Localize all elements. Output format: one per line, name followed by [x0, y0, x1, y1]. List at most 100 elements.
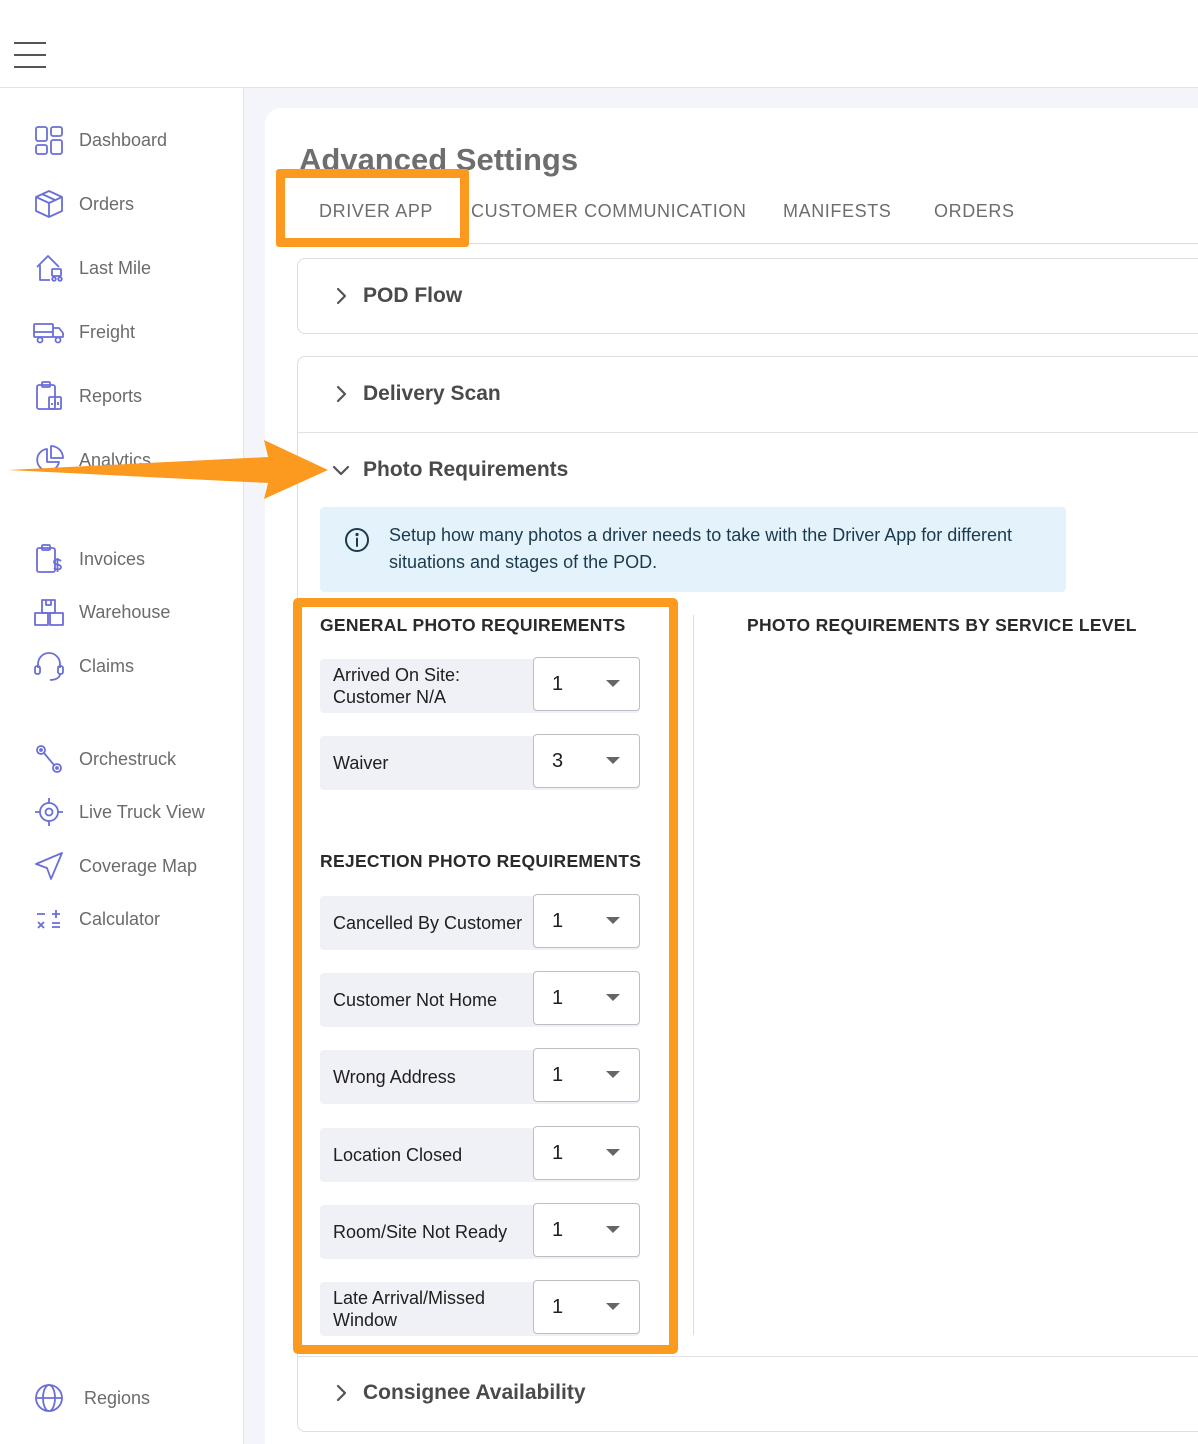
photo-count-select[interactable]: 1: [533, 1126, 640, 1180]
sidebar-item-analytics[interactable]: Analytics: [32, 440, 232, 480]
requirement-label: Late Arrival/Missed Window: [333, 1288, 486, 1330]
sidebar-item-regions[interactable]: Regions: [32, 1378, 232, 1418]
photo-count-select[interactable]: 3: [533, 734, 640, 788]
accordion-header-delivery-scan[interactable]: Delivery Scan: [298, 357, 1198, 431]
caret-down-icon: [606, 1303, 620, 1310]
photo-count-select[interactable]: 1: [533, 1048, 640, 1102]
select-value: 1: [552, 1064, 564, 1086]
crosshair-icon: [32, 795, 66, 829]
tab-orders[interactable]: ORDERS: [934, 190, 1015, 232]
calculator-icon: [32, 902, 66, 936]
tab-manifests[interactable]: MANIFESTS: [783, 190, 891, 232]
photo-count-select[interactable]: 1: [533, 1280, 640, 1334]
sidebar-item-label: Orders: [79, 193, 135, 214]
photo-count-select[interactable]: 1: [533, 894, 640, 948]
requirement-row: Location Closed 1: [320, 1126, 640, 1182]
accordion-header-pod-flow[interactable]: POD Flow: [298, 259, 1198, 333]
accordion-title: POD Flow: [363, 284, 463, 307]
requirement-row: Late Arrival/Missed Window 1: [320, 1280, 640, 1336]
chevron-right-icon: [330, 1382, 352, 1404]
service-level-requirements-heading: PHOTO REQUIREMENTS BY SERVICE LEVEL: [747, 615, 1137, 635]
accordion-title: Photo Requirements: [363, 458, 569, 481]
info-text: Setup how many photos a driver needs to …: [389, 525, 1013, 572]
sidebar-item-claims[interactable]: Claims: [32, 646, 232, 686]
sidebar-item-label: Claims: [79, 655, 135, 676]
sidebar-item-live-truck-view[interactable]: Live Truck View: [32, 792, 232, 832]
dashboard-icon: [32, 123, 66, 157]
requirement-row: Room/Site Not Ready 1: [320, 1203, 640, 1259]
warehouse-icon: [32, 595, 66, 629]
photo-count-select[interactable]: 1: [533, 657, 640, 711]
sidebar-item-dashboard[interactable]: Dashboard: [32, 120, 232, 160]
photo-count-select[interactable]: 1: [533, 971, 640, 1025]
sidebar-item-warehouse[interactable]: Warehouse: [32, 592, 232, 632]
requirement-row: Wrong Address 1: [320, 1048, 640, 1104]
sidebar-item-label: Dashboard: [79, 129, 168, 150]
headset-icon: [32, 649, 66, 683]
hamburger-menu-icon[interactable]: [14, 42, 46, 70]
general-requirements-heading: GENERAL PHOTO REQUIREMENTS: [320, 615, 626, 635]
sidebar-item-label: Coverage Map: [79, 855, 198, 876]
sidebar-item-label: Orchestruck: [79, 748, 177, 769]
invoice-icon: [32, 542, 66, 576]
requirement-row: Cancelled By Customer 1: [320, 894, 640, 950]
pie-chart-icon: [32, 443, 66, 477]
box-icon: [32, 187, 66, 221]
sidebar-item-label: Regions: [84, 1387, 151, 1408]
sidebar-item-orchestruck[interactable]: Orchestruck: [32, 739, 232, 779]
sidebar-item-invoices[interactable]: Invoices: [32, 539, 232, 579]
reports-icon: [32, 379, 66, 413]
select-value: 1: [552, 1142, 564, 1164]
requirement-label: Arrived On Site: Customer N/A: [333, 665, 461, 707]
caret-down-icon: [606, 917, 620, 924]
caret-down-icon: [606, 757, 620, 764]
photo-count-select[interactable]: 1: [533, 1203, 640, 1257]
select-value: 1: [552, 987, 564, 1009]
accordion-title: Delivery Scan: [363, 382, 501, 405]
requirement-label: Room/Site Not Ready: [333, 1222, 508, 1242]
caret-down-icon: [606, 994, 620, 1001]
caret-down-icon: [606, 680, 620, 687]
globe-icon: [32, 1381, 66, 1415]
sidebar-item-reports[interactable]: Reports: [32, 376, 232, 416]
select-value: 3: [552, 750, 564, 772]
caret-down-icon: [606, 1071, 620, 1078]
requirement-label: Customer Not Home: [333, 990, 498, 1010]
select-value: 1: [552, 1296, 564, 1318]
accordion-header-photo-requirements[interactable]: Photo Requirements: [298, 433, 1198, 507]
sidebar-item-label: Calculator: [79, 908, 161, 929]
sidebar-item-last-mile[interactable]: Last Mile: [32, 248, 232, 288]
rejection-requirements-heading: REJECTION PHOTO REQUIREMENTS: [320, 851, 642, 871]
last-mile-icon: [32, 251, 66, 285]
requirement-label: Waiver: [333, 753, 389, 773]
accordion-pod-flow: POD Flow: [297, 258, 1198, 334]
settings-tabs: DRIVER APP CUSTOMER COMMUNICATION MANIFE…: [297, 190, 1198, 244]
sidebar-item-label: Invoices: [79, 548, 146, 569]
select-value: 1: [552, 673, 564, 695]
info-icon: [343, 526, 371, 554]
sidebar-item-freight[interactable]: Freight: [32, 312, 232, 352]
sidebar-item-orders[interactable]: Orders: [32, 184, 232, 224]
info-alert: Setup how many photos a driver needs to …: [320, 507, 1066, 592]
tab-driver-app[interactable]: DRIVER APP: [319, 190, 433, 232]
requirement-label: Wrong Address: [333, 1067, 456, 1087]
sidebar-item-label: Reports: [79, 385, 143, 406]
requirement-row: Waiver 3: [320, 734, 640, 790]
chevron-right-icon: [330, 383, 352, 405]
caret-down-icon: [606, 1149, 620, 1156]
sidebar-item-label: Warehouse: [79, 601, 171, 622]
caret-down-icon: [606, 1226, 620, 1233]
accordion-header-consignee-availability[interactable]: Consignee Availability: [298, 1356, 1198, 1430]
requirement-row: Arrived On Site: Customer N/A 1: [320, 657, 640, 713]
tab-customer-communication[interactable]: CUSTOMER COMMUNICATION: [471, 190, 747, 232]
requirement-row: Customer Not Home 1: [320, 971, 640, 1027]
select-value: 1: [552, 910, 564, 932]
requirement-label: Cancelled By Customer: [333, 913, 523, 933]
chevron-down-icon: [330, 459, 352, 481]
sidebar-item-coverage-map[interactable]: Coverage Map: [32, 846, 232, 886]
sidebar-item-label: Live Truck View: [79, 801, 205, 822]
chevron-right-icon: [330, 285, 352, 307]
sidebar-item-calculator[interactable]: Calculator: [32, 899, 232, 939]
page-title: Advanced Settings: [299, 142, 579, 177]
accordion-title: Consignee Availability: [363, 1381, 586, 1404]
